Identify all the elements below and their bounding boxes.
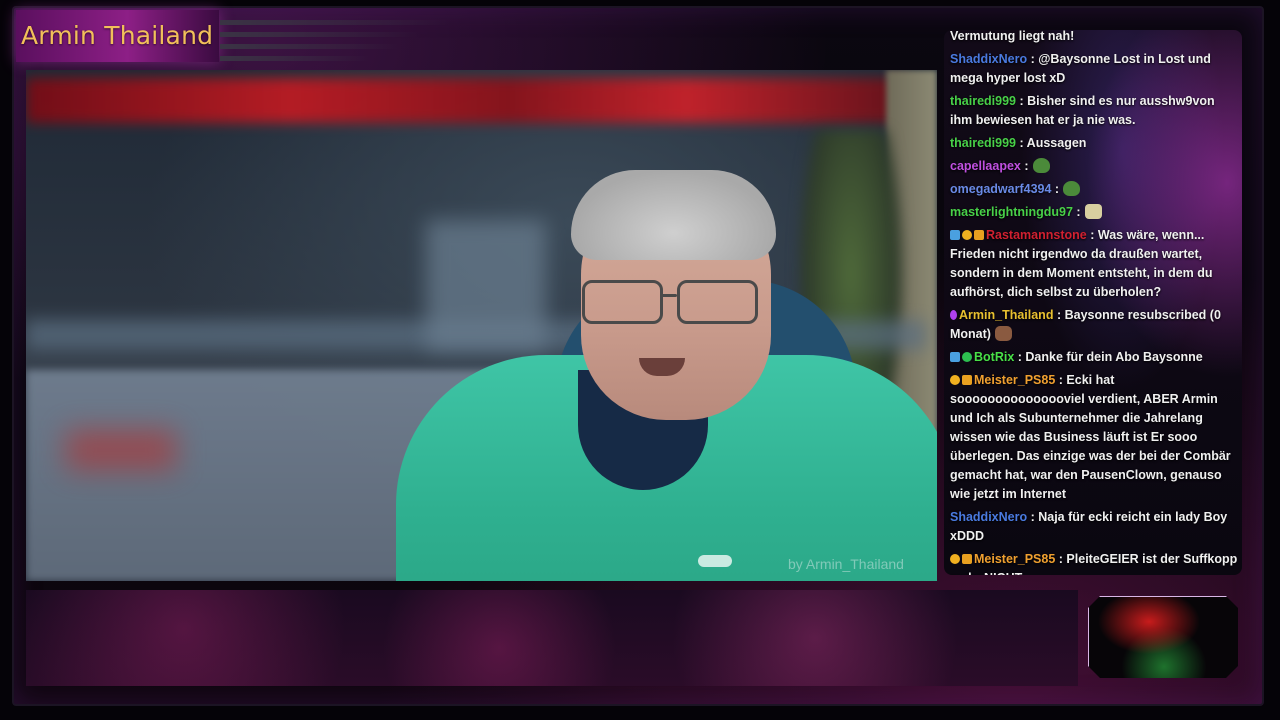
- chat-text: :: [1054, 182, 1060, 196]
- chat-message: masterlightningdu97 :: [950, 203, 1238, 222]
- chat-username[interactable]: Rastamannstone: [986, 228, 1087, 242]
- chat-username[interactable]: Armin_Thailand: [959, 308, 1053, 322]
- prime-badge-icon: [950, 230, 960, 240]
- glasses: [582, 280, 762, 324]
- watermark: by Armin_Thailand: [788, 556, 904, 572]
- chat-username[interactable]: ShaddixNero: [950, 510, 1027, 524]
- chat-username[interactable]: thairedi999: [950, 94, 1016, 108]
- webcam-feed: by Armin_Thailand: [26, 70, 937, 581]
- chat-username[interactable]: capellaapex: [950, 159, 1021, 173]
- background-red-lights: [26, 78, 906, 123]
- bits-badge-icon: [950, 554, 960, 564]
- mini-preview: [1088, 596, 1238, 678]
- sub-badge-icon: [962, 375, 972, 385]
- bits-badge-icon: [950, 375, 960, 385]
- prime-badge-icon: [950, 352, 960, 362]
- bits-badge-icon: [962, 230, 972, 240]
- chat-message: ShaddixNero : @Baysonne Lost in Lost und…: [950, 50, 1238, 88]
- frog-emote-icon: [1063, 181, 1081, 196]
- chat-panel: Vermutung liegt nah! ShaddixNero : @Bayso…: [944, 30, 1242, 575]
- shirt-logo: [698, 555, 732, 567]
- sub-badge-icon: [962, 554, 972, 564]
- verified-badge-icon: [962, 352, 972, 362]
- sub-badge-icon: [974, 230, 984, 240]
- chat-message: Vermutung liegt nah!: [950, 30, 1238, 46]
- chat-message: Rastamannstone : Was wäre, wenn... Fried…: [950, 226, 1238, 302]
- title-decoration: [220, 20, 450, 68]
- chat-message-list: Vermutung liegt nah! ShaddixNero : @Bayso…: [950, 30, 1238, 575]
- chat-message: Meister_PS85 : PleiteGEIER ist der Suffk…: [950, 550, 1238, 575]
- chat-text: Vermutung liegt nah!: [950, 30, 1075, 43]
- chat-username[interactable]: omegadwarf4394: [950, 182, 1051, 196]
- bottom-bokeh-panel: [26, 590, 1078, 686]
- background-box: [426, 220, 546, 350]
- channel-title: Armin Thailand: [21, 21, 214, 50]
- chat-text: :: [1024, 159, 1029, 173]
- chat-text: : Ecki hat sooooooooooooooviel verdient,…: [950, 373, 1231, 501]
- chat-text: :: [1076, 205, 1081, 219]
- face-emote-icon: [994, 326, 1012, 341]
- cat-emote-icon: [1084, 204, 1102, 219]
- chat-text: : Aussagen: [1019, 136, 1087, 150]
- chat-message: ShaddixNero : Naja für ecki reicht ein l…: [950, 508, 1238, 546]
- frog-emote-icon: [1032, 158, 1050, 173]
- person-hair: [571, 170, 776, 260]
- chat-message: Meister_PS85 : Ecki hat soooooooooooooov…: [950, 371, 1238, 504]
- chat-message: omegadwarf4394 :: [950, 180, 1238, 199]
- chat-text: : Danke für dein Abo Baysonne: [1017, 350, 1203, 364]
- chat-username[interactable]: ShaddixNero: [950, 52, 1027, 66]
- chat-message: capellaapex :: [950, 157, 1238, 176]
- chat-username[interactable]: thairedi999: [950, 136, 1016, 150]
- chat-message: BotRix : Danke für dein Abo Baysonne: [950, 348, 1238, 367]
- broadcaster-badge-icon: [950, 310, 957, 320]
- chat-username[interactable]: BotRix: [974, 350, 1014, 364]
- background-red-glow: [66, 430, 176, 470]
- chat-username[interactable]: Meister_PS85: [974, 373, 1055, 387]
- chat-username[interactable]: masterlightningdu97: [950, 205, 1073, 219]
- chat-message: thairedi999 : Bisher sind es nur ausshw9…: [950, 92, 1238, 130]
- chat-message: thairedi999 : Aussagen: [950, 134, 1238, 153]
- chat-username[interactable]: Meister_PS85: [974, 552, 1055, 566]
- chat-message: Armin_Thailand : Baysonne resubscribed (…: [950, 306, 1238, 344]
